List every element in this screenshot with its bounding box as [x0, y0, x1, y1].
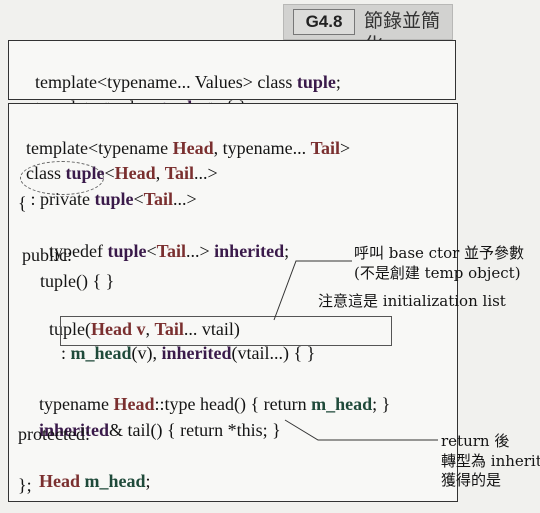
ctor-note-connector [273, 260, 352, 321]
return-note-line-2: 轉型為 inherite [441, 452, 540, 470]
init-list-note: 注意這是 initialization list [318, 292, 506, 310]
base-ctor-note-line-1: 呼叫 base ctor 並予參數 [354, 244, 525, 262]
return-note-line-1: return 後 [441, 432, 510, 450]
return-note-connector [284, 419, 438, 441]
base-ctor-note-line-2: (不是創建 temp object) [354, 264, 521, 282]
return-note-line-3: 獲得的是 [441, 471, 502, 489]
